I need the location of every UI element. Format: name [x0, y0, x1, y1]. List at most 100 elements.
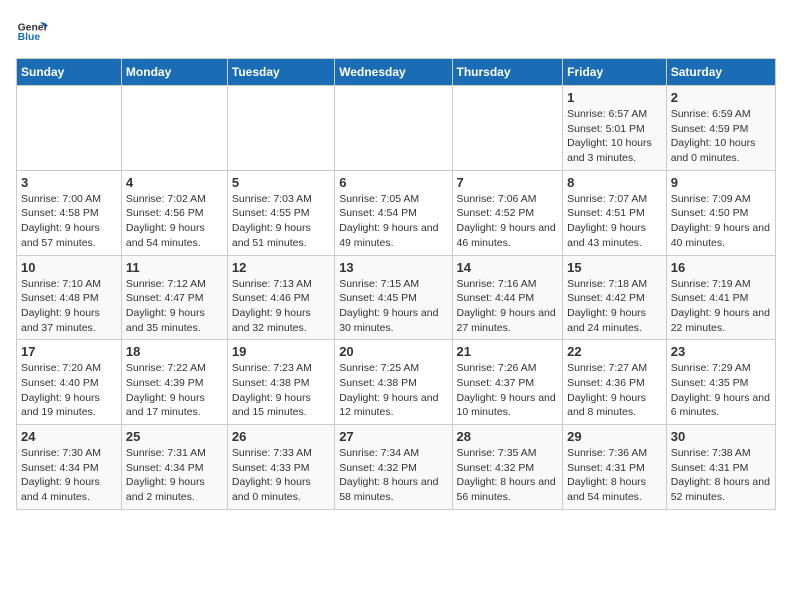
day-number: 11: [126, 260, 223, 275]
calendar-cell: 10 Sunrise: 7:10 AMSunset: 4:48 PMDayligh…: [17, 255, 122, 340]
day-number: 27: [339, 429, 447, 444]
day-info: Sunrise: 7:07 AMSunset: 4:51 PMDaylight:…: [567, 192, 662, 251]
calendar-cell: 18Sunrise: 7:22 AMSunset: 4:39 PMDayligh…: [121, 340, 227, 425]
day-info: Sunrise: 7:25 AMSunset: 4:38 PMDaylight:…: [339, 361, 447, 420]
calendar-cell: 30Sunrise: 7:38 AMSunset: 4:31 PMDayligh…: [666, 425, 775, 510]
day-number: 20: [339, 344, 447, 359]
calendar-cell: 19 Sunrise: 7:23 AMSunset: 4:38 PMDayligh…: [227, 340, 334, 425]
calendar-cell: 24 Sunrise: 7:30 AMSunset: 4:34 PMDayligh…: [17, 425, 122, 510]
day-number: 26: [232, 429, 330, 444]
day-info: Sunrise: 7:05 AMSunset: 4:54 PMDaylight:…: [339, 192, 447, 251]
day-number: 13: [339, 260, 447, 275]
calendar-cell: 7 Sunrise: 7:06 AMSunset: 4:52 PMDaylight…: [452, 170, 563, 255]
day-info: Sunrise: 7:36 AMSunset: 4:31 PMDaylight:…: [567, 446, 662, 505]
calendar-cell: 1 Sunrise: 6:57 AMSunset: 5:01 PMDaylight…: [563, 86, 667, 171]
day-info: Sunrise: 7:10 AMSunset: 4:48 PMDaylight:…: [21, 277, 117, 336]
calendar-week-4: 24 Sunrise: 7:30 AMSunset: 4:34 PMDayligh…: [17, 425, 776, 510]
calendar-cell: [452, 86, 563, 171]
calendar-cell: 29 Sunrise: 7:36 AMSunset: 4:31 PMDayligh…: [563, 425, 667, 510]
day-info: Sunrise: 7:06 AMSunset: 4:52 PMDaylight:…: [457, 192, 559, 251]
day-number: 28: [457, 429, 559, 444]
calendar-cell: 5 Sunrise: 7:03 AMSunset: 4:55 PMDaylight…: [227, 170, 334, 255]
calendar-cell: 2 Sunrise: 6:59 AMSunset: 4:59 PMDaylight…: [666, 86, 775, 171]
day-number: 1: [567, 90, 662, 105]
day-info: Sunrise: 6:57 AMSunset: 5:01 PMDaylight:…: [567, 107, 662, 166]
calendar-body: 1 Sunrise: 6:57 AMSunset: 5:01 PMDaylight…: [17, 86, 776, 510]
day-number: 29: [567, 429, 662, 444]
calendar-cell: 20 Sunrise: 7:25 AMSunset: 4:38 PMDayligh…: [335, 340, 452, 425]
calendar-week-0: 1 Sunrise: 6:57 AMSunset: 5:01 PMDaylight…: [17, 86, 776, 171]
calendar-cell: 15 Sunrise: 7:18 AMSunset: 4:42 PMDayligh…: [563, 255, 667, 340]
day-number: 22: [567, 344, 662, 359]
day-number: 4: [126, 175, 223, 190]
day-info: Sunrise: 7:29 AMSunset: 4:35 PMDaylight:…: [671, 361, 771, 420]
day-number: 10: [21, 260, 117, 275]
calendar-cell: 11Sunrise: 7:12 AMSunset: 4:47 PMDayligh…: [121, 255, 227, 340]
day-info: Sunrise: 7:03 AMSunset: 4:55 PMDaylight:…: [232, 192, 330, 251]
day-number: 18: [126, 344, 223, 359]
calendar-cell: [121, 86, 227, 171]
weekday-header-wednesday: Wednesday: [335, 59, 452, 86]
day-number: 6: [339, 175, 447, 190]
svg-text:Blue: Blue: [18, 32, 41, 43]
calendar-cell: 27 Sunrise: 7:34 AMSunset: 4:32 PMDayligh…: [335, 425, 452, 510]
day-info: Sunrise: 7:20 AMSunset: 4:40 PMDaylight:…: [21, 361, 117, 420]
day-info: Sunrise: 7:31 AMSunset: 4:34 PMDaylight:…: [126, 446, 223, 505]
calendar-week-1: 3 Sunrise: 7:00 AMSunset: 4:58 PMDaylight…: [17, 170, 776, 255]
day-info: Sunrise: 7:15 AMSunset: 4:45 PMDaylight:…: [339, 277, 447, 336]
header: General Blue: [16, 16, 776, 48]
day-number: 24: [21, 429, 117, 444]
weekday-header-monday: Monday: [121, 59, 227, 86]
day-info: Sunrise: 7:18 AMSunset: 4:42 PMDaylight:…: [567, 277, 662, 336]
calendar-cell: 21Sunrise: 7:26 AMSunset: 4:37 PMDayligh…: [452, 340, 563, 425]
day-number: 12: [232, 260, 330, 275]
day-info: Sunrise: 7:02 AMSunset: 4:56 PMDaylight:…: [126, 192, 223, 251]
calendar-week-3: 17 Sunrise: 7:20 AMSunset: 4:40 PMDayligh…: [17, 340, 776, 425]
calendar-cell: 16 Sunrise: 7:19 AMSunset: 4:41 PMDayligh…: [666, 255, 775, 340]
day-number: 16: [671, 260, 771, 275]
logo-icon: General Blue: [16, 16, 48, 48]
day-info: Sunrise: 7:16 AMSunset: 4:44 PMDaylight:…: [457, 277, 559, 336]
day-info: Sunrise: 7:09 AMSunset: 4:50 PMDaylight:…: [671, 192, 771, 251]
calendar-cell: [335, 86, 452, 171]
calendar-cell: 22 Sunrise: 7:27 AMSunset: 4:36 PMDayligh…: [563, 340, 667, 425]
calendar-cell: 28Sunrise: 7:35 AMSunset: 4:32 PMDayligh…: [452, 425, 563, 510]
day-info: Sunrise: 7:34 AMSunset: 4:32 PMDaylight:…: [339, 446, 447, 505]
day-number: 9: [671, 175, 771, 190]
day-number: 25: [126, 429, 223, 444]
day-info: Sunrise: 7:19 AMSunset: 4:41 PMDaylight:…: [671, 277, 771, 336]
calendar-cell: 12 Sunrise: 7:13 AMSunset: 4:46 PMDayligh…: [227, 255, 334, 340]
day-info: Sunrise: 7:13 AMSunset: 4:46 PMDaylight:…: [232, 277, 330, 336]
calendar-cell: 23 Sunrise: 7:29 AMSunset: 4:35 PMDayligh…: [666, 340, 775, 425]
calendar-cell: 25 Sunrise: 7:31 AMSunset: 4:34 PMDayligh…: [121, 425, 227, 510]
calendar-cell: 6 Sunrise: 7:05 AMSunset: 4:54 PMDaylight…: [335, 170, 452, 255]
calendar-cell: 26Sunrise: 7:33 AMSunset: 4:33 PMDayligh…: [227, 425, 334, 510]
day-number: 19: [232, 344, 330, 359]
day-number: 7: [457, 175, 559, 190]
weekday-header-thursday: Thursday: [452, 59, 563, 86]
day-number: 5: [232, 175, 330, 190]
day-number: 3: [21, 175, 117, 190]
day-info: Sunrise: 7:23 AMSunset: 4:38 PMDaylight:…: [232, 361, 330, 420]
day-number: 30: [671, 429, 771, 444]
day-info: Sunrise: 7:27 AMSunset: 4:36 PMDaylight:…: [567, 361, 662, 420]
calendar-cell: 4 Sunrise: 7:02 AMSunset: 4:56 PMDaylight…: [121, 170, 227, 255]
day-number: 23: [671, 344, 771, 359]
calendar-cell: 3 Sunrise: 7:00 AMSunset: 4:58 PMDaylight…: [17, 170, 122, 255]
day-number: 15: [567, 260, 662, 275]
day-number: 17: [21, 344, 117, 359]
weekday-header-tuesday: Tuesday: [227, 59, 334, 86]
calendar-table: SundayMondayTuesdayWednesdayThursdayFrid…: [16, 58, 776, 510]
calendar-cell: [17, 86, 122, 171]
weekday-header-friday: Friday: [563, 59, 667, 86]
logo: General Blue: [16, 16, 48, 48]
day-info: Sunrise: 7:30 AMSunset: 4:34 PMDaylight:…: [21, 446, 117, 505]
calendar-cell: 17 Sunrise: 7:20 AMSunset: 4:40 PMDayligh…: [17, 340, 122, 425]
day-number: 2: [671, 90, 771, 105]
day-info: Sunrise: 6:59 AMSunset: 4:59 PMDaylight:…: [671, 107, 771, 166]
day-number: 14: [457, 260, 559, 275]
day-number: 8: [567, 175, 662, 190]
calendar-cell: 8 Sunrise: 7:07 AMSunset: 4:51 PMDaylight…: [563, 170, 667, 255]
day-info: Sunrise: 7:00 AMSunset: 4:58 PMDaylight:…: [21, 192, 117, 251]
calendar-week-2: 10 Sunrise: 7:10 AMSunset: 4:48 PMDayligh…: [17, 255, 776, 340]
